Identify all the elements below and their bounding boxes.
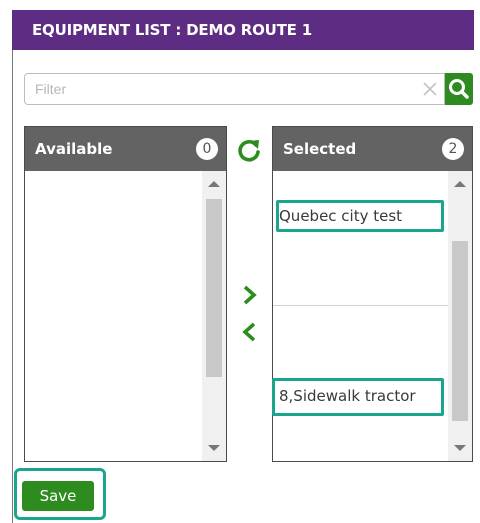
scroll-down-arrow[interactable]: [208, 445, 220, 451]
move-right-button[interactable]: [239, 283, 261, 307]
search-icon: [449, 79, 469, 99]
page-title: EQUIPMENT LIST : DEMO ROUTE 1: [12, 10, 474, 50]
selected-title: Selected: [283, 140, 357, 158]
scroll-up-arrow[interactable]: [208, 181, 220, 187]
available-title: Available: [35, 140, 113, 158]
refresh-icon: [238, 139, 260, 162]
available-header: Available 0: [25, 127, 226, 171]
filter-box: [24, 73, 445, 105]
filter-input[interactable]: [25, 74, 405, 104]
selected-list[interactable]: Selected 2 Quebec city test 8,Sidewalk t…: [272, 126, 473, 462]
list-item[interactable]: 8,Sidewalk tractor: [277, 382, 449, 410]
selected-count-badge: 2: [442, 138, 464, 160]
chevron-left-icon: [242, 322, 256, 342]
close-icon[interactable]: [420, 76, 440, 102]
frame-border: [12, 50, 13, 523]
list-item[interactable]: Quebec city test: [277, 202, 449, 230]
selected-scroll-thumb[interactable]: [452, 241, 468, 421]
search-button[interactable]: [445, 73, 473, 105]
available-list[interactable]: Available 0: [24, 126, 227, 462]
refresh-button[interactable]: [234, 135, 264, 165]
selected-scrollbar[interactable]: [448, 171, 472, 461]
available-scroll-thumb[interactable]: [206, 199, 222, 377]
chevron-right-icon: [243, 285, 257, 305]
scroll-up-arrow[interactable]: [454, 181, 466, 187]
save-button[interactable]: Save: [22, 481, 94, 511]
available-scrollbar[interactable]: [202, 171, 226, 461]
available-count-badge: 0: [196, 138, 218, 160]
list-divider: [273, 305, 448, 306]
scroll-down-arrow[interactable]: [454, 445, 466, 451]
selected-header: Selected 2: [273, 127, 472, 171]
move-left-button[interactable]: [239, 320, 261, 344]
